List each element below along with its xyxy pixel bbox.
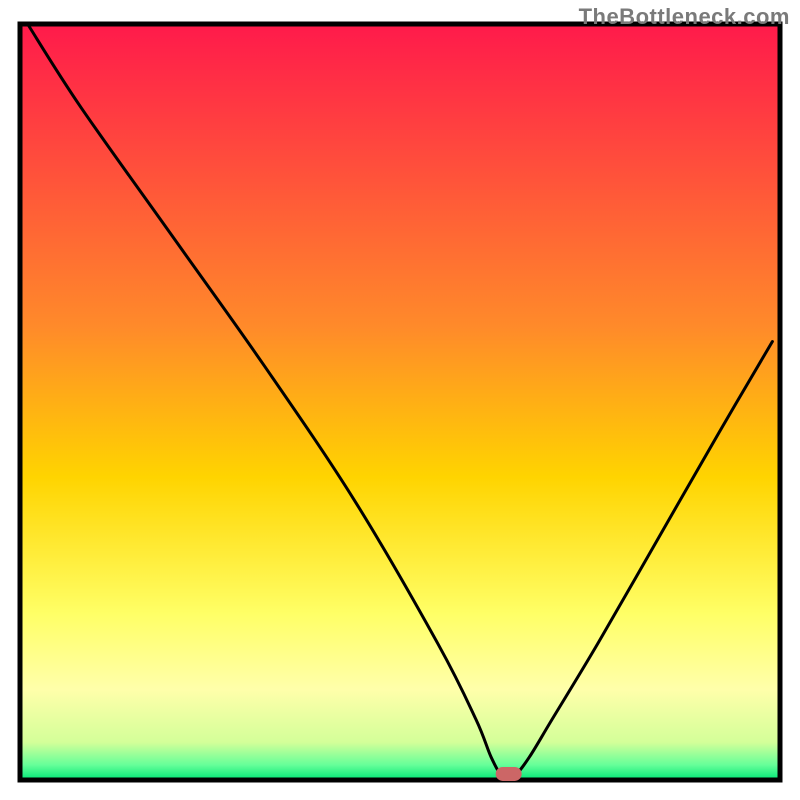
watermark: TheBottleneck.com [579, 4, 790, 30]
optimal-marker [496, 767, 522, 781]
bottleneck-chart [0, 0, 800, 800]
chart-background [20, 24, 780, 780]
chart-container [0, 0, 800, 800]
